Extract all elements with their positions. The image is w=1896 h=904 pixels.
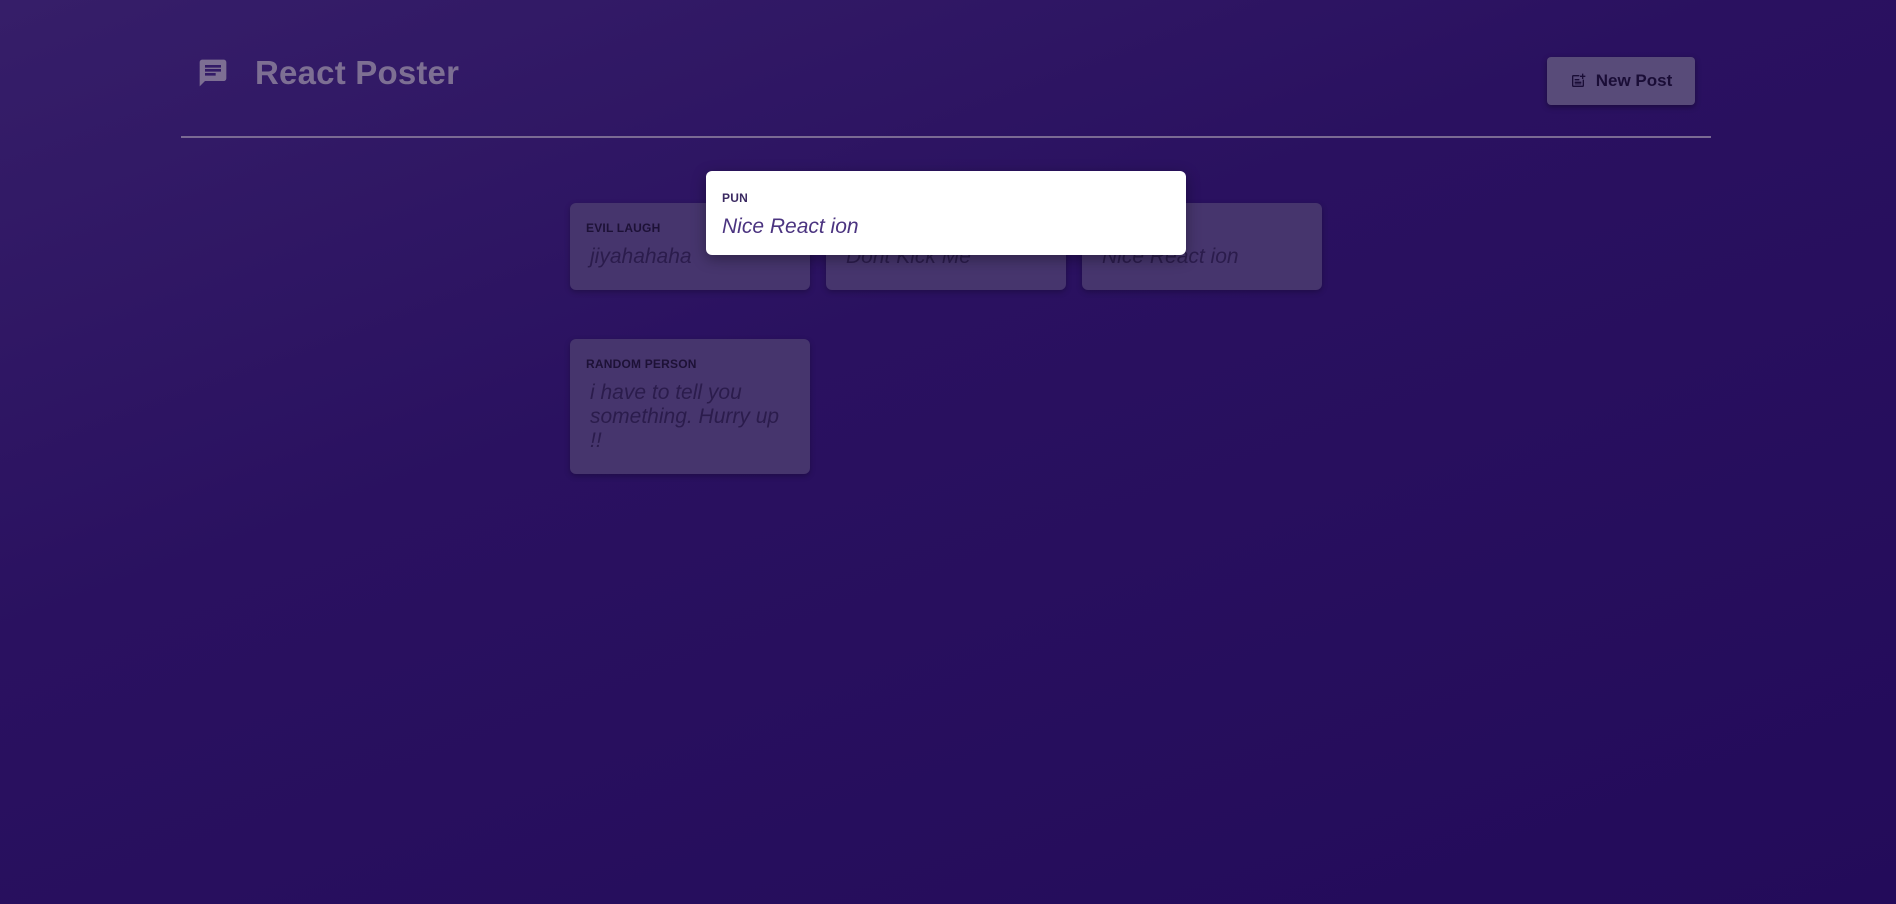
new-post-button-label: New Post — [1595, 71, 1673, 90]
modal-author: Pun — [722, 191, 748, 205]
app-header: React Poster New Post — [181, 0, 1711, 138]
post-card[interactable]: Random Person i have to tell you somethi… — [570, 339, 810, 474]
post-author: Random Person — [586, 357, 697, 371]
chat-message-icon — [199, 59, 227, 86]
post-body: i have to tell you something. Hurry up !… — [590, 381, 780, 453]
new-post-button[interactable]: New Post — [1547, 57, 1695, 105]
new-post-icon — [1571, 73, 1586, 87]
post-detail-modal: Pun Nice React ion — [706, 171, 1186, 255]
app-title: React Poster — [255, 54, 460, 91]
logo: React Poster — [197, 56, 459, 89]
modal-body: Nice React ion — [722, 215, 859, 238]
